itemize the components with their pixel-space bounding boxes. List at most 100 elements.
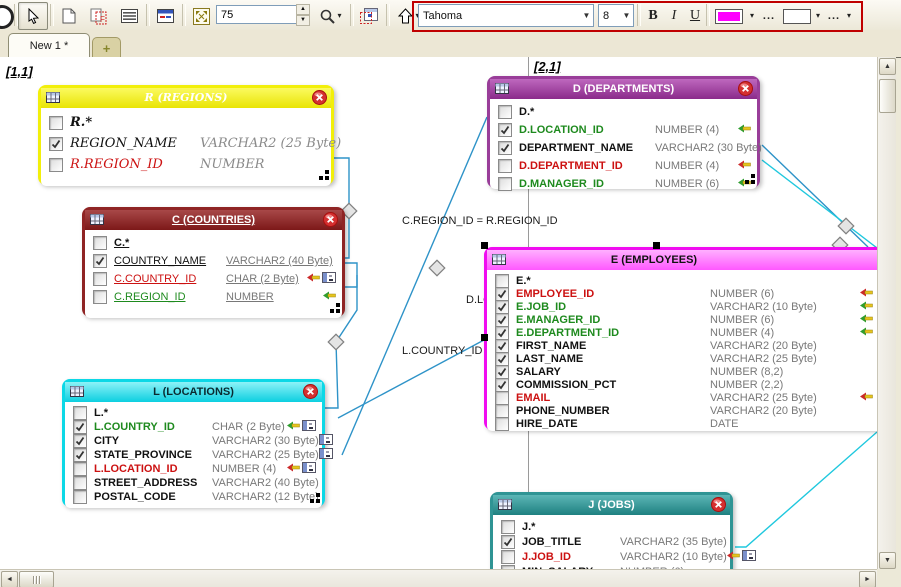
field-row[interactable]: D.LOCATION_IDNUMBER (4) — [490, 121, 757, 139]
close-icon[interactable] — [711, 497, 726, 512]
fill-color-more-button[interactable]: ... — [758, 2, 780, 30]
field-checkbox[interactable] — [495, 352, 509, 366]
field-row[interactable]: SALARYNUMBER (8,2) — [487, 365, 877, 378]
field-row[interactable]: HIRE_DATEDATE — [487, 417, 877, 430]
zoom-tool-button[interactable]: ▾ — [314, 2, 348, 30]
field-checkbox[interactable] — [93, 272, 107, 286]
field-row[interactable]: COUNTRY_NAMEVARCHAR2 (40 Byte) — [85, 252, 342, 270]
field-row[interactable]: JOB_TITLEVARCHAR2 (35 Byte) — [493, 534, 730, 549]
diagram-canvas[interactable]: [1,1][2,1]C.REGION_ID = R.REGION_IDD.LOC… — [0, 57, 877, 569]
entity-header[interactable]: C (COUNTRIES) — [85, 210, 342, 230]
entity-header[interactable]: L (LOCATIONS) — [65, 382, 322, 402]
entity-header[interactable]: R (REGIONS) — [41, 88, 331, 108]
field-checkbox[interactable] — [73, 406, 87, 420]
entity-table-E[interactable]: E (EMPLOYEES)E.*EMPLOYEE_IDNUMBER (6)E.J… — [484, 247, 877, 430]
field-row[interactable]: R.* — [41, 112, 331, 133]
field-checkbox[interactable] — [498, 177, 512, 191]
entity-table-C[interactable]: C (COUNTRIES) C.*COUNTRY_NAMEVARCHAR2 (40… — [82, 207, 345, 317]
spinner-down-icon[interactable]: ▼ — [296, 15, 310, 26]
field-row[interactable]: D.MANAGER_IDNUMBER (6) — [490, 175, 757, 193]
field-checkbox[interactable] — [73, 462, 87, 476]
field-checkbox[interactable] — [73, 476, 87, 490]
font-family-combo[interactable]: Tahoma ▼ — [418, 4, 594, 27]
field-checkbox[interactable] — [495, 287, 509, 301]
field-checkbox[interactable] — [495, 300, 509, 314]
field-checkbox[interactable] — [49, 137, 63, 151]
field-checkbox[interactable] — [498, 141, 512, 155]
paste-special-button[interactable]: F — [84, 2, 114, 30]
field-row[interactable]: J.* — [493, 519, 730, 534]
field-row[interactable]: R.REGION_IDNUMBER — [41, 154, 331, 175]
resize-grip[interactable] — [329, 302, 341, 317]
field-checkbox[interactable] — [498, 105, 512, 119]
field-checkbox[interactable] — [498, 123, 512, 137]
field-row[interactable]: E.JOB_IDVARCHAR2 (10 Byte) — [487, 300, 877, 313]
scroll-down-button[interactable]: ▼ — [879, 552, 896, 569]
entity-header[interactable]: J (JOBS) — [493, 495, 730, 515]
entity-table-J[interactable]: J (JOBS)J.*JOB_TITLEVARCHAR2 (35 Byte)J.… — [490, 492, 733, 569]
vertical-scrollbar[interactable]: ▲ ▼ — [877, 57, 896, 569]
field-row[interactable]: D.* — [490, 103, 757, 121]
bold-button[interactable]: B — [642, 2, 664, 30]
resize-grip[interactable] — [309, 492, 321, 507]
field-checkbox[interactable] — [495, 274, 509, 288]
field-checkbox[interactable] — [49, 116, 63, 130]
field-row[interactable]: POSTAL_CODEVARCHAR2 (12 Byte) — [65, 490, 322, 504]
zoom-fit-button[interactable] — [186, 2, 216, 30]
close-icon[interactable] — [323, 212, 338, 227]
field-checkbox[interactable] — [498, 159, 512, 173]
field-checkbox[interactable] — [501, 535, 515, 549]
field-checkbox[interactable] — [495, 404, 509, 418]
resize-grip[interactable] — [744, 173, 756, 188]
field-row[interactable]: D.DEPARTMENT_IDNUMBER (4) — [490, 157, 757, 175]
field-checkbox[interactable] — [495, 339, 509, 353]
selection-handle[interactable] — [653, 242, 660, 249]
field-checkbox[interactable] — [501, 565, 515, 570]
field-checkbox[interactable] — [495, 417, 509, 431]
field-row[interactable]: E.* — [487, 274, 877, 287]
field-row[interactable]: LAST_NAMEVARCHAR2 (25 Byte) — [487, 352, 877, 365]
field-checkbox[interactable] — [73, 448, 87, 462]
scroll-left-button[interactable]: ◄ — [1, 571, 18, 587]
field-checkbox[interactable] — [93, 236, 107, 250]
tab-new-1[interactable]: New 1 * — [8, 33, 90, 58]
selection-handle[interactable] — [481, 334, 488, 341]
field-row[interactable]: L.LOCATION_IDNUMBER (4) — [65, 462, 322, 476]
field-checkbox[interactable] — [495, 391, 509, 405]
resize-grip[interactable] — [318, 169, 330, 185]
field-row[interactable]: L.COUNTRY_IDCHAR (2 Byte) — [65, 420, 322, 434]
field-row[interactable]: DEPARTMENT_NAMEVARCHAR2 (30 Byte) — [490, 139, 757, 157]
vertical-scroll-thumb[interactable] — [879, 79, 896, 113]
field-checkbox[interactable] — [73, 420, 87, 434]
close-icon[interactable] — [738, 81, 753, 96]
add-tab-button[interactable]: + — [92, 37, 121, 58]
field-checkbox[interactable] — [501, 520, 515, 534]
field-row[interactable]: REGION_NAMEVARCHAR2 (25 Byte) — [41, 133, 331, 154]
entity-header[interactable]: E (EMPLOYEES) — [487, 250, 877, 270]
field-checkbox[interactable] — [495, 365, 509, 379]
field-checkbox[interactable] — [73, 490, 87, 504]
line-color-more-button[interactable]: ... — [824, 2, 844, 30]
field-row[interactable]: C.* — [85, 234, 342, 252]
entity-header[interactable]: D (DEPARTMENTS) — [490, 79, 757, 99]
add-table-button[interactable] — [354, 2, 384, 30]
pointer-tool-button[interactable] — [18, 2, 48, 30]
new-diagram-button[interactable] — [54, 2, 84, 30]
spinner-up-icon[interactable]: ▲ — [296, 4, 310, 15]
form-view-button[interactable] — [150, 2, 180, 30]
zoom-spinner[interactable]: ▲▼ — [296, 4, 310, 25]
entity-table-R[interactable]: R (REGIONS) R.*REGION_NAMEVARCHAR2 (25 By… — [38, 85, 334, 185]
field-row[interactable]: COMMISSION_PCTNUMBER (2,2) — [487, 378, 877, 391]
fill-color-button[interactable] — [711, 2, 747, 30]
scroll-right-button[interactable]: ► — [859, 571, 876, 587]
zoom-level-input[interactable] — [216, 5, 298, 24]
field-checkbox[interactable] — [495, 313, 509, 327]
selection-handle[interactable] — [481, 242, 488, 249]
italic-button[interactable]: I — [663, 2, 685, 30]
field-checkbox[interactable] — [501, 550, 515, 564]
field-row[interactable]: L.* — [65, 406, 322, 420]
line-color-button[interactable] — [781, 2, 813, 30]
field-row[interactable]: PHONE_NUMBERVARCHAR2 (20 Byte) — [487, 404, 877, 417]
horizontal-scroll-thumb[interactable] — [19, 571, 54, 587]
horizontal-scrollbar[interactable]: ◄ ► — [0, 569, 877, 587]
